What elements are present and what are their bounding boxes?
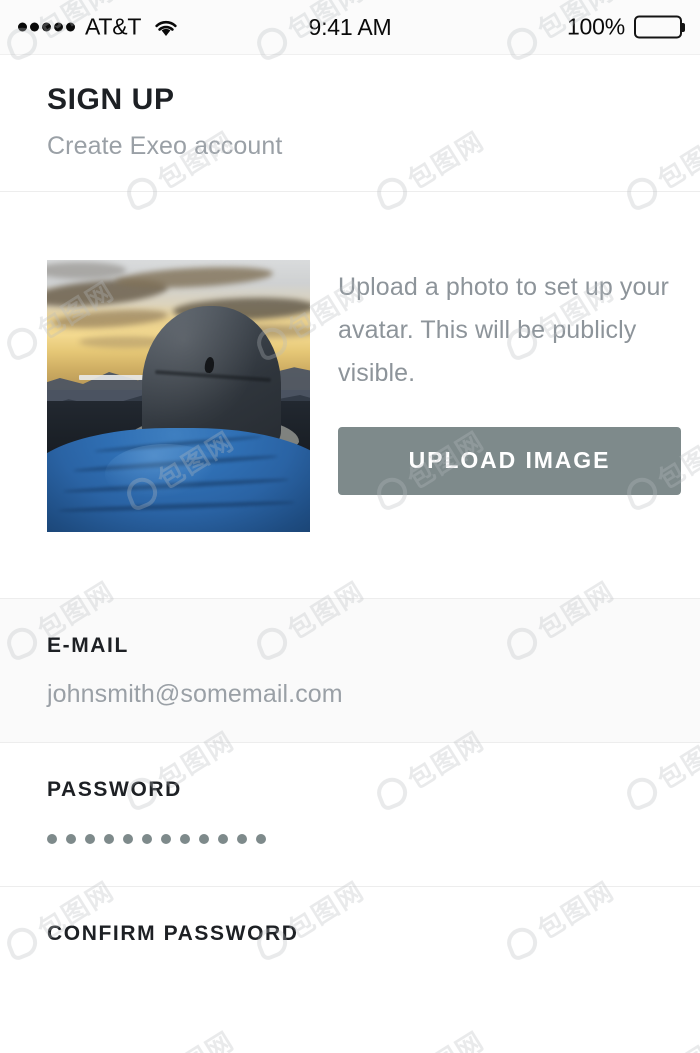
password-mask-dot (66, 833, 76, 844)
page-header: SIGN UP Create Exeo account (0, 55, 700, 192)
password-mask-dot (218, 833, 228, 844)
watermark-tile: 包图网 (619, 1021, 700, 1053)
watermark-tile: 包图网 (119, 1021, 240, 1053)
battery-percent-label: 100% (566, 13, 625, 40)
password-mask-dot (104, 833, 114, 844)
email-input[interactable]: johnsmith@somemail.com (47, 680, 653, 709)
password-mask-dot (142, 833, 152, 844)
battery-icon (634, 15, 682, 39)
avatar-description: Upload a photo to set up your avatar. Th… (338, 272, 669, 387)
password-mask-dot (161, 833, 171, 844)
field-email[interactable]: E-MAIL johnsmith@somemail.com (0, 598, 700, 743)
avatar-copy: Upload a photo to set up your avatar. Th… (338, 260, 690, 495)
avatar-upload-section: Upload a photo to set up your avatar. Th… (0, 191, 700, 599)
password-mask-dot (85, 833, 95, 844)
field-label-confirm-password: CONFIRM PASSWORD (47, 922, 299, 945)
password-mask-dot (256, 833, 266, 844)
page-title: SIGN UP (47, 83, 175, 116)
avatar-preview-image[interactable] (47, 259, 310, 532)
field-label-password: PASSWORD (47, 778, 182, 801)
page-subtitle: Create Exeo account (47, 131, 283, 160)
password-mask-dot (237, 833, 247, 844)
field-password[interactable]: PASSWORD (0, 743, 700, 887)
field-confirm-password[interactable]: CONFIRM PASSWORD (0, 887, 700, 964)
watermark-tile: 包图网 (369, 1021, 490, 1053)
upload-image-button[interactable]: UPLOAD IMAGE (338, 426, 681, 495)
password-mask-dot (47, 833, 57, 844)
status-bar-right: 100% (567, 14, 682, 41)
password-input[interactable] (47, 825, 653, 852)
password-mask-dot (123, 833, 133, 844)
password-mask-dot (180, 833, 190, 844)
password-mask-dot (199, 833, 209, 844)
status-bar: AT&T 9:41 AM 100% (0, 0, 700, 55)
field-label-email: E-MAIL (47, 633, 129, 657)
